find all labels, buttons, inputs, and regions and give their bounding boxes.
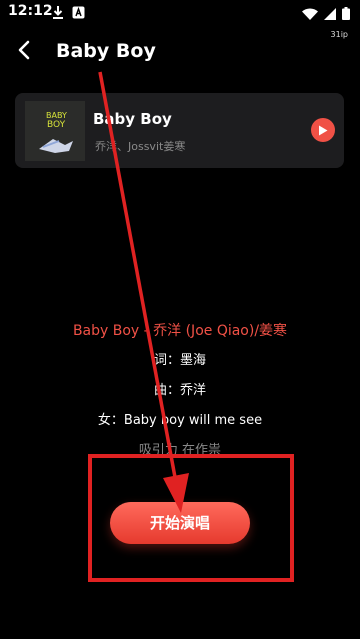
cover-title-bottom: BOY	[47, 120, 66, 130]
album-cover: BABY BOY	[25, 101, 85, 161]
download-icon	[52, 4, 64, 23]
wifi-icon	[302, 5, 318, 24]
lyric-line-current: Baby Boy - 乔洋 (Joe Qiao)/姜寒	[72, 323, 288, 339]
status-right-icons	[302, 5, 350, 24]
app-header: Baby Boy	[0, 38, 360, 68]
signal-icon	[324, 5, 336, 24]
play-button[interactable]	[311, 118, 335, 142]
song-artist: 乔洋、Jossvit姜寒	[95, 140, 186, 153]
lyric-line: 女：Baby boy will me see	[97, 413, 263, 428]
lyrics-panel: Baby Boy - 乔洋 (Joe Qiao)/姜寒 词：墨海 曲：乔洋 女：…	[0, 320, 360, 470]
back-arrow-icon	[17, 40, 31, 64]
page-title: Baby Boy	[56, 40, 156, 62]
back-button[interactable]	[10, 38, 38, 66]
status-left-icons	[52, 4, 85, 23]
a-badge-icon	[72, 4, 85, 23]
status-bar: 12:12	[0, 0, 360, 24]
song-card[interactable]: BABY BOY Baby Boy 乔洋、Jossvit姜寒	[15, 93, 344, 168]
lyric-line: 曲：乔洋	[153, 383, 206, 398]
lyric-line: 词：墨海	[153, 353, 206, 368]
cover-title-top: BABY	[46, 111, 67, 120]
song-title: Baby Boy	[93, 110, 172, 128]
status-time: 12:12	[8, 3, 53, 19]
annotation-highlight-box	[88, 454, 294, 582]
battery-icon	[342, 5, 350, 24]
play-icon	[318, 121, 328, 140]
